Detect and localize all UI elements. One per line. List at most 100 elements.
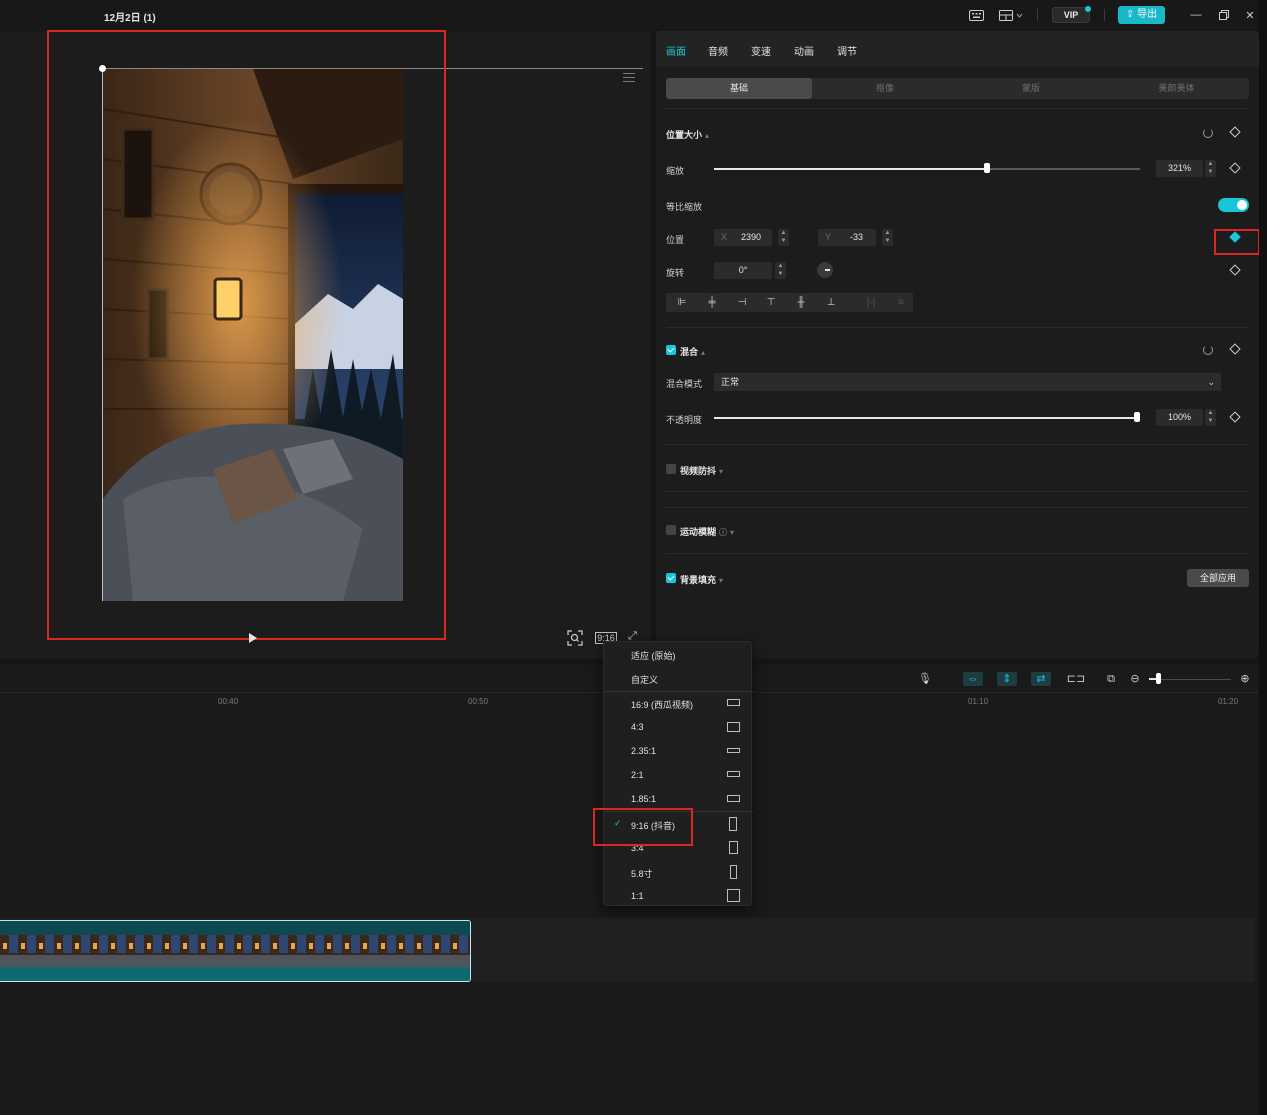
align-bottom-icon[interactable]: ⊥ [824, 296, 838, 309]
section-background-fill[interactable]: 背景填充 ▾ [680, 573, 723, 586]
scale-value-field[interactable]: 321% [1156, 160, 1203, 177]
divider [666, 444, 1249, 445]
microphone-icon[interactable]: 🎙 [918, 672, 932, 686]
menu-item-fit-original[interactable]: 适应 (原始) [604, 642, 753, 666]
linkage-icon[interactable]: ⇄ [1031, 672, 1051, 686]
clip-thumbnails [0, 935, 470, 967]
tab-picture[interactable]: 画面 [666, 43, 686, 58]
menu-item-2-1[interactable]: 2:1 [604, 763, 753, 787]
y-stepper[interactable]: ▲ ▼ [882, 229, 893, 246]
chevron-down-icon: ▾ [719, 467, 724, 476]
preview-axis-icon[interactable]: ⧉ [1101, 672, 1121, 686]
subtab-mask[interactable]: 蒙版 [958, 78, 1104, 99]
zoom-slider-handle[interactable] [1156, 673, 1161, 684]
zoom-slider-track[interactable] [1149, 679, 1231, 680]
opacity-slider-handle[interactable] [1134, 412, 1140, 422]
subtabs: 基础 抠像 蒙版 美颜美体 [666, 78, 1249, 99]
ratio-shape-icon [727, 795, 740, 802]
minimize-icon[interactable]: — [1190, 8, 1202, 22]
distribute-h-icon: |·| [866, 297, 876, 308]
zoom-fit-icon[interactable] [567, 630, 583, 646]
tab-audio[interactable]: 音频 [708, 43, 728, 58]
snap-icon[interactable]: ⇕ [997, 672, 1017, 686]
reset-icon[interactable] [1203, 345, 1213, 355]
menu-item-custom[interactable]: 自定义 [604, 666, 753, 690]
divider [666, 507, 1249, 508]
section-motion-blur[interactable]: 运动模糊 ⓘ ▾ [680, 525, 734, 538]
zoom-out-icon[interactable]: ⊖ [1128, 672, 1142, 686]
align-center-h-icon[interactable]: ╪ [705, 296, 719, 309]
blend-checkbox[interactable] [666, 345, 676, 355]
rotate-field[interactable]: 0° [714, 262, 772, 279]
divider [666, 491, 1249, 492]
uniform-scale-toggle[interactable] [1218, 198, 1249, 212]
export-button[interactable]: ⇪ 导出 [1118, 6, 1165, 24]
opacity-value-field[interactable]: 100% [1156, 409, 1203, 426]
notification-dot [1085, 6, 1091, 12]
keyframe-icon[interactable] [1229, 162, 1241, 174]
align-center-v-icon[interactable]: ╫ [794, 296, 808, 309]
align-left-icon[interactable]: ⊫ [675, 296, 689, 309]
scale-slider-handle[interactable] [984, 163, 990, 173]
x-stepper[interactable]: ▲ ▼ [778, 229, 789, 246]
menu-item-4-3[interactable]: 4:3 [604, 715, 753, 739]
menu-item-1-1[interactable]: 1:1 [604, 884, 753, 908]
tab-speed[interactable]: 变速 [751, 43, 771, 58]
section-blend[interactable]: 混合 ▴ [680, 345, 705, 358]
rotate-dial-icon[interactable] [817, 262, 833, 278]
menu-item-16-9[interactable]: 16:9 (西瓜视频) [604, 691, 753, 715]
subtab-basic[interactable]: 基础 [666, 78, 812, 99]
menu-item-label: 4:3 [631, 722, 644, 732]
stabilize-checkbox[interactable] [666, 464, 676, 474]
video-clip[interactable] [0, 920, 471, 982]
scale-stepper[interactable]: ▲ ▼ [1205, 160, 1216, 177]
restore-icon[interactable] [1218, 8, 1230, 22]
keyframe-highlight-box [1214, 229, 1260, 255]
layout-icon[interactable] [998, 8, 1024, 22]
menu-item-label: 1:1 [631, 891, 644, 901]
menu-item-label: 自定义 [631, 675, 659, 685]
apply-all-button[interactable]: 全部应用 [1187, 569, 1249, 587]
align-right-icon[interactable]: ⊣ [735, 296, 749, 309]
clip-waveform [0, 967, 470, 981]
tab-adjust[interactable]: 调节 [837, 43, 857, 58]
panel-tabs: 画面 音频 变速 动画 调节 [656, 31, 1259, 67]
player-menu-icon[interactable] [623, 73, 635, 83]
subtab-beauty[interactable]: 美颜美体 [1104, 78, 1249, 99]
divider [666, 553, 1249, 554]
menu-item-2-35-1[interactable]: 2.35:1 [604, 739, 753, 763]
keyframe-icon[interactable] [1229, 343, 1241, 355]
menu-item-5-8-inch[interactable]: 5.8寸 [604, 860, 753, 884]
opacity-slider-fill [714, 417, 1135, 419]
keyboard-icon[interactable] [968, 8, 984, 22]
play-icon[interactable] [249, 633, 257, 643]
blend-mode-select[interactable]: 正常 ⌄ [714, 373, 1221, 391]
background-fill-checkbox[interactable] [666, 573, 676, 583]
magnet-link-icon[interactable]: ⇔ [963, 672, 983, 686]
section-position-size[interactable]: 位置大小 ▴ [666, 128, 709, 141]
aspect-ratio-menu: 适应 (原始) 自定义 16:9 (西瓜视频) 4:3 2.35:1 2:1 1… [603, 641, 753, 908]
ratio-shape-icon [729, 817, 737, 831]
section-stabilize[interactable]: 视频防抖 ▾ [680, 464, 723, 477]
opacity-stepper[interactable]: ▲ ▼ [1205, 409, 1216, 426]
keyframe-icon[interactable] [1229, 411, 1241, 423]
ruler-label: 01:20 [1218, 697, 1239, 706]
y-value: -33 [850, 232, 864, 242]
reset-icon[interactable] [1203, 128, 1213, 138]
motion-blur-checkbox[interactable] [666, 525, 676, 535]
keyframe-icon[interactable] [1229, 126, 1241, 138]
zoom-in-icon[interactable]: ⊕ [1238, 672, 1252, 686]
tab-animation[interactable]: 动画 [794, 43, 814, 58]
position-y-field[interactable]: Y -33 [818, 229, 876, 246]
section-title: 混合 [680, 347, 699, 357]
align-top-icon[interactable]: ⊤ [764, 296, 778, 309]
rotate-stepper[interactable]: ▲ ▼ [775, 262, 786, 279]
chevron-down-icon: ⌄ [1207, 377, 1215, 387]
ratio-shape-icon [729, 841, 738, 854]
keyframe-icon[interactable] [1229, 264, 1241, 276]
position-x-field[interactable]: X 2390 [714, 229, 772, 246]
subtab-cutout[interactable]: 抠像 [812, 78, 958, 99]
split-icon[interactable]: ⊏⊐ [1066, 672, 1086, 686]
blend-mode-value: 正常 [721, 377, 740, 387]
close-icon[interactable]: ✕ [1244, 8, 1256, 22]
